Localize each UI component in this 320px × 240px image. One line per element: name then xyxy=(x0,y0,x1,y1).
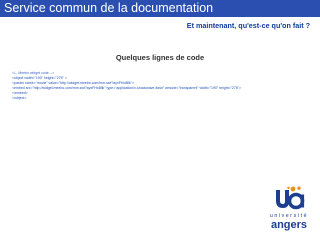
ua-logo-icon xyxy=(276,186,305,210)
university-logo: université angers xyxy=(262,186,316,238)
section-title: Quelques lignes de code xyxy=(115,53,205,62)
page-title: Service commun de la documentation xyxy=(4,1,214,15)
logo-city-text: angers xyxy=(270,219,308,231)
header-bar: Service commun de la documentation xyxy=(0,0,320,17)
code-block: <!-- Meebo widget code --> <object width… xyxy=(12,71,312,102)
code-line: </object> xyxy=(12,96,27,101)
slide-subtitle: Et maintenant, qu'est-ce qu'on fait ? xyxy=(186,21,310,30)
